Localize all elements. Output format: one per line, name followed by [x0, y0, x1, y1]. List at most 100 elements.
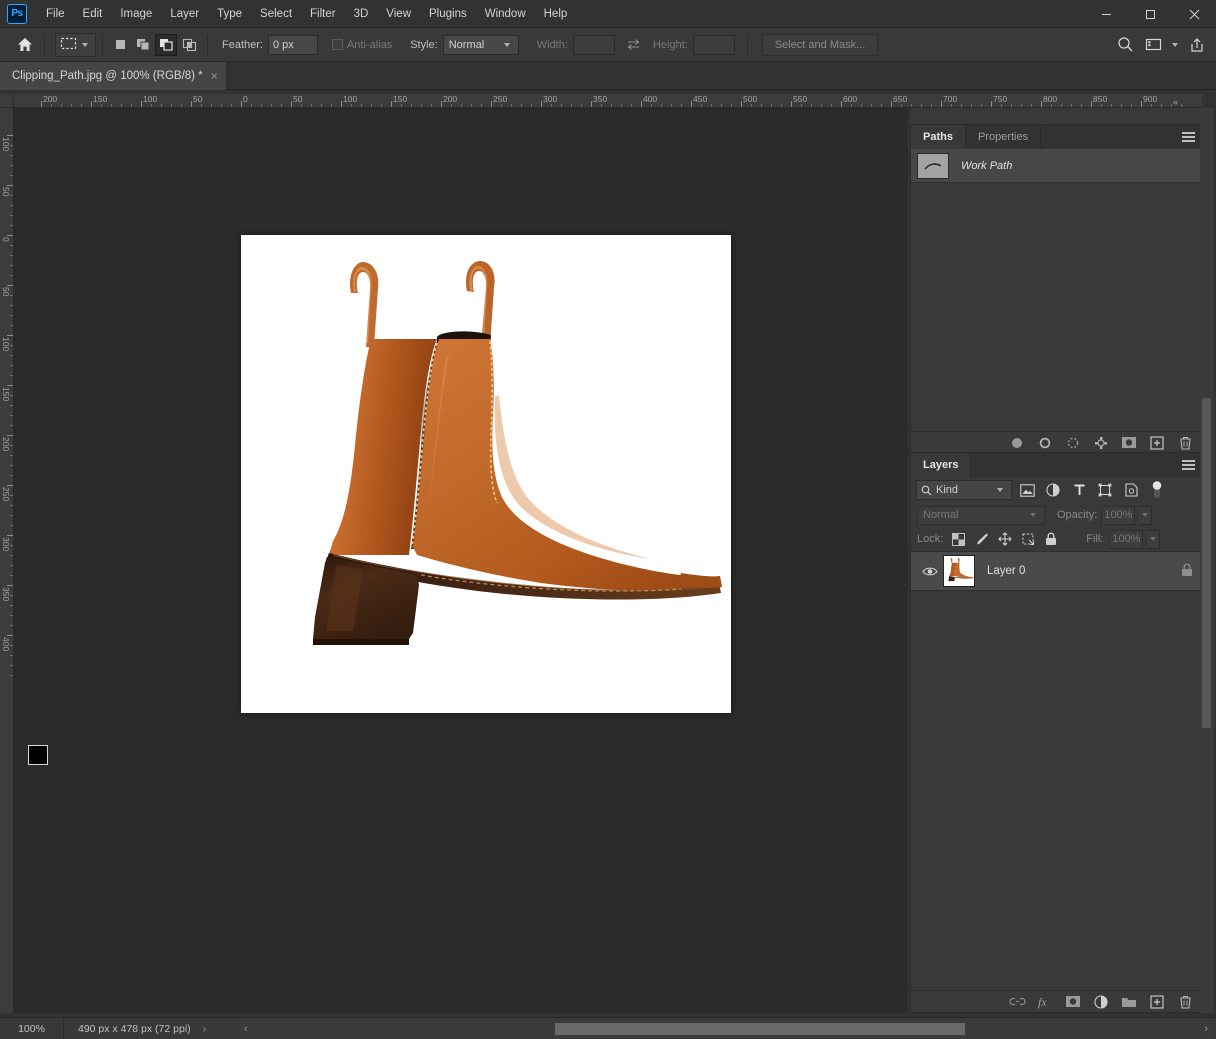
- link-layers-button[interactable]: [1005, 992, 1029, 1012]
- panel-menu-icon[interactable]: [1182, 460, 1195, 472]
- width-input[interactable]: [572, 34, 615, 55]
- opacity-input[interactable]: 100%: [1101, 505, 1136, 525]
- anti-alias-checkbox[interactable]: Anti-alias: [331, 39, 392, 51]
- load-path-as-selection-button[interactable]: [1061, 433, 1085, 453]
- blend-mode-select[interactable]: Normal: [917, 505, 1045, 525]
- tab-paths[interactable]: Paths: [911, 125, 966, 149]
- new-group-button[interactable]: [1117, 992, 1141, 1012]
- filter-pixel-layers-icon[interactable]: [1016, 480, 1038, 500]
- workspace-icon[interactable]: [1140, 33, 1166, 57]
- delete-path-button[interactable]: [1173, 433, 1197, 453]
- filter-shape-layers-icon[interactable]: [1094, 480, 1116, 500]
- scroll-left-icon[interactable]: ‹: [244, 1023, 248, 1035]
- add-to-selection-button[interactable]: [132, 34, 154, 56]
- ruler-minor-tick: [10, 145, 13, 146]
- divider: [207, 33, 208, 56]
- zoom-level[interactable]: 100%: [0, 1017, 64, 1039]
- menu-file[interactable]: File: [37, 4, 74, 24]
- horizontal-ruler[interactable]: 200 150 100 50 0 50 100 150 200 250 300 350 400 450 50…: [14, 94, 1202, 108]
- ruler-minor-tick: [611, 104, 612, 107]
- make-work-path-button[interactable]: [1089, 433, 1113, 453]
- menu-layer[interactable]: Layer: [161, 4, 208, 24]
- menu-window[interactable]: Window: [476, 4, 535, 24]
- add-layer-mask-button[interactable]: [1061, 992, 1085, 1012]
- layer-style-button[interactable]: fx: [1033, 992, 1057, 1012]
- lock-position-icon[interactable]: [995, 530, 1014, 549]
- status-expand-icon[interactable]: ›: [203, 1023, 207, 1035]
- canvas-vertical-scrollbar[interactable]: [1200, 108, 1214, 1013]
- height-input[interactable]: [692, 34, 735, 55]
- intersect-with-selection-button[interactable]: [178, 34, 200, 56]
- filter-smart-objects-icon[interactable]: [1120, 480, 1142, 500]
- layer-kind-filter[interactable]: Kind: [916, 480, 1012, 500]
- scrollbar-thumb[interactable]: [1202, 398, 1211, 728]
- fill-stepper[interactable]: [1147, 529, 1161, 549]
- select-and-mask-button[interactable]: Select and Mask...: [761, 33, 879, 56]
- menu-view[interactable]: View: [377, 4, 420, 24]
- layer-lock-indicator-icon[interactable]: [1181, 563, 1193, 580]
- filter-adjustment-layers-icon[interactable]: [1042, 480, 1064, 500]
- ruler-label: 150: [393, 94, 408, 104]
- ruler-minor-tick: [1031, 104, 1032, 107]
- swap-dimensions-icon[interactable]: [621, 33, 647, 57]
- lock-image-pixels-icon[interactable]: [972, 530, 991, 549]
- menu-type[interactable]: Type: [208, 4, 251, 24]
- feather-input[interactable]: 0 px: [267, 34, 318, 55]
- tab-layers[interactable]: Layers: [911, 453, 972, 477]
- menu-help[interactable]: Help: [535, 4, 577, 24]
- menu-3d[interactable]: 3D: [345, 4, 378, 24]
- ruler-minor-tick: [10, 495, 13, 496]
- lock-transparent-pixels-icon[interactable]: [949, 530, 968, 549]
- menu-filter[interactable]: Filter: [301, 4, 345, 24]
- lock-artboard-nesting-icon[interactable]: [1018, 530, 1037, 549]
- chevron-down-icon[interactable]: [1172, 42, 1178, 47]
- layer-row[interactable]: Layer 0: [911, 551, 1201, 591]
- new-path-button[interactable]: [1145, 433, 1169, 453]
- share-icon[interactable]: [1184, 33, 1210, 57]
- ruler-corner: [0, 94, 14, 108]
- document-tab[interactable]: Clipping_Path.jpg @ 100% (RGB/8) * ×: [0, 62, 227, 90]
- scroll-right-icon[interactable]: ›: [1204, 1023, 1208, 1035]
- close-icon[interactable]: ×: [211, 70, 218, 82]
- menu-edit[interactable]: Edit: [74, 4, 112, 24]
- vertical-ruler[interactable]: 100 50 0 50 100 150 200 250 300 350 400: [0, 108, 14, 1013]
- style-select[interactable]: Normal: [442, 34, 519, 55]
- search-icon[interactable]: [1112, 33, 1138, 57]
- add-layer-mask-button[interactable]: [1117, 433, 1141, 453]
- panel-menu-icon[interactable]: [1182, 132, 1195, 144]
- collapse-panels-icon[interactable]: «: [1173, 97, 1178, 107]
- ruler-minor-tick: [711, 104, 712, 107]
- close-button[interactable]: [1172, 0, 1216, 28]
- document-artboard[interactable]: [241, 235, 731, 713]
- ruler-minor-tick: [10, 365, 13, 366]
- new-adjustment-layer-button[interactable]: [1089, 992, 1113, 1012]
- ruler-minor-tick: [10, 655, 13, 656]
- stroke-path-button[interactable]: [1033, 433, 1057, 453]
- foreground-color-swatch[interactable]: [28, 745, 48, 765]
- opacity-stepper[interactable]: [1139, 505, 1153, 525]
- tool-preset-picker[interactable]: [55, 32, 96, 57]
- menu-select[interactable]: Select: [251, 4, 301, 24]
- delete-layer-button[interactable]: [1173, 992, 1197, 1012]
- new-selection-button[interactable]: [109, 34, 131, 56]
- canvas-horizontal-scrollbar[interactable]: ‹ ›: [240, 1020, 1212, 1038]
- layer-visibility-toggle[interactable]: [917, 566, 943, 577]
- canvas-area[interactable]: [14, 108, 908, 1013]
- minimize-button[interactable]: [1084, 0, 1128, 28]
- scrollbar-thumb[interactable]: [555, 1023, 965, 1035]
- lock-label: Lock:: [917, 533, 944, 545]
- filter-toggle-switch[interactable]: [1146, 480, 1168, 500]
- maximize-button[interactable]: [1128, 0, 1172, 28]
- subtract-from-selection-button[interactable]: [155, 33, 177, 56]
- fill-path-button[interactable]: [1005, 433, 1029, 453]
- home-icon[interactable]: [12, 33, 38, 57]
- layer-thumbnail[interactable]: [943, 555, 975, 587]
- new-layer-button[interactable]: [1145, 992, 1169, 1012]
- menu-plugins[interactable]: Plugins: [420, 4, 476, 24]
- path-item-work-path[interactable]: Work Path: [911, 149, 1201, 183]
- tab-properties[interactable]: Properties: [966, 125, 1042, 149]
- lock-all-icon[interactable]: [1041, 530, 1060, 549]
- fill-input[interactable]: 100%: [1109, 529, 1144, 549]
- menu-image[interactable]: Image: [111, 4, 161, 24]
- filter-type-layers-icon[interactable]: [1068, 480, 1090, 500]
